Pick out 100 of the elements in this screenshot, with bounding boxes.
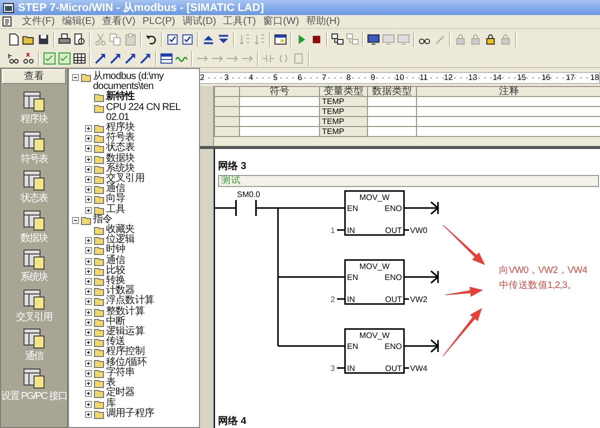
expand-toggle[interactable]	[85, 268, 92, 275]
sort-icon	[238, 32, 250, 46]
expand-toggle[interactable]	[85, 258, 92, 265]
annotation-text: 向VW0，VW2，VW4 中传送数值1,2,3。	[499, 265, 588, 291]
tree-item[interactable]: 调用子程序	[106, 408, 154, 419]
expand-toggle[interactable]	[85, 176, 92, 184]
menu-item[interactable]: 文件(F)	[20, 15, 57, 28]
menu-item[interactable]: PLC(P)	[140, 15, 178, 28]
monitor-icon	[396, 32, 410, 46]
operand-value: VW2	[410, 295, 428, 304]
contact-address: SM0.0	[237, 190, 260, 199]
tree-item[interactable]: 数据块	[106, 154, 135, 164]
tree-item[interactable]: 指令	[93, 214, 112, 226]
expand-toggle[interactable]	[85, 329, 92, 336]
expand-toggle[interactable]	[85, 125, 92, 132]
menu-item[interactable]: 窗口(W)	[260, 15, 302, 28]
tree-item[interactable]: 工具	[106, 204, 126, 215]
output-arrow	[430, 339, 440, 353]
document-icon[interactable]	[2, 16, 13, 27]
view-header-button[interactable]: 查看	[2, 69, 66, 84]
toolbar-button[interactable]	[180, 32, 194, 46]
tree-item[interactable]: 移位/循环	[106, 358, 147, 368]
toolbar-button[interactable]	[21, 50, 35, 66]
expand-toggle[interactable]	[85, 196, 92, 204]
menu-item[interactable]: 调试(D)	[180, 15, 218, 28]
expand-toggle[interactable]	[85, 400, 92, 408]
tree-item[interactable]: 状态表	[106, 143, 135, 154]
tree-item[interactable]: 库	[106, 398, 116, 409]
toolbar-button[interactable]	[330, 32, 344, 46]
expand-toggle[interactable]	[85, 206, 92, 214]
instruction-box[interactable]	[344, 259, 405, 305]
editor-gutter	[200, 86, 214, 146]
column-header[interactable]: 符号	[240, 86, 320, 96]
table-icon	[160, 52, 172, 64]
expand-toggle[interactable]	[85, 278, 92, 286]
tree-item[interactable]: 系统块	[106, 164, 135, 174]
toolbar-button[interactable]	[165, 32, 179, 46]
expand-toggle[interactable]	[85, 135, 92, 142]
save-icon	[36, 32, 50, 46]
copy-icon	[108, 32, 122, 46]
checkbox-icon	[166, 32, 178, 46]
pin-label: IN	[347, 364, 355, 373]
expand-toggle[interactable]	[85, 288, 92, 296]
expand-toggle[interactable]	[85, 237, 92, 244]
tree-item[interactable]: 整数计算	[106, 306, 144, 317]
tree-item[interactable]: 时钟	[106, 245, 126, 256]
toolbar-button[interactable]	[72, 50, 86, 66]
menu-item[interactable]: 编辑(E)	[60, 15, 98, 28]
column-header[interactable]: 注释	[416, 86, 600, 96]
instruction-box[interactable]	[344, 328, 405, 374]
expand-toggle[interactable]	[85, 380, 92, 388]
padlock-icon	[498, 32, 512, 46]
window-sheet-icon	[23, 169, 45, 191]
window-sheet-icon	[23, 90, 45, 112]
expand-toggle[interactable]	[72, 74, 79, 81]
checkbox-icon	[180, 32, 194, 46]
expand-toggle[interactable]	[85, 247, 92, 254]
expand-toggle[interactable]	[85, 390, 92, 398]
box-icon	[292, 52, 304, 64]
tree-item[interactable]: 定时器	[106, 388, 135, 398]
instruction-box[interactable]	[344, 190, 405, 236]
pin-label: ENO	[384, 204, 402, 213]
grid-icon	[72, 52, 86, 64]
menu-item[interactable]: 工具(T)	[221, 15, 258, 28]
tree-item[interactable]: 程序控制	[106, 347, 144, 358]
network-title: 网络 3	[217, 161, 248, 173]
column-header[interactable]: 变量类型	[320, 86, 368, 96]
tree-item[interactable]: 通信	[106, 256, 126, 266]
expand-toggle[interactable]	[85, 370, 92, 377]
expand-toggle[interactable]	[85, 186, 92, 194]
expand-toggle[interactable]	[85, 145, 92, 152]
expand-toggle[interactable]	[85, 166, 92, 173]
window-title: STEP 7-Micro/WIN - 从modbus - [SIMATIC LAD]	[18, 0, 264, 15]
toolbar-button[interactable]	[72, 32, 86, 46]
menu-item[interactable]: 查看(V)	[100, 15, 138, 28]
menu-item[interactable]: 帮助(H)	[304, 15, 342, 28]
expand-toggle[interactable]	[72, 216, 79, 224]
tree-item[interactable]: 浮点数计算	[106, 296, 154, 307]
expand-toggle[interactable]	[85, 349, 92, 356]
tree-item[interactable]: 新特性	[106, 92, 135, 103]
expand-toggle[interactable]	[85, 308, 92, 316]
annotation-arrow	[445, 286, 483, 297]
toolbar-button[interactable]	[159, 50, 173, 66]
branch-arrow-icon	[124, 52, 136, 64]
tree-item[interactable]: 向导	[106, 194, 126, 205]
column-header[interactable]: 数据类型	[368, 86, 416, 96]
expand-toggle[interactable]	[85, 156, 92, 163]
tree-item[interactable]: 通信	[106, 184, 126, 194]
expand-toggle[interactable]	[85, 410, 92, 418]
toolbar-button[interactable]	[273, 32, 287, 46]
toolbar-button[interactable]	[57, 32, 71, 46]
expand-toggle[interactable]	[85, 339, 92, 346]
step-icon	[6, 52, 20, 64]
tree-item[interactable]: 比较	[106, 266, 126, 276]
contact-symbol[interactable]	[235, 199, 257, 217]
tree-item[interactable]: 逻辑运算	[106, 327, 144, 338]
expand-toggle[interactable]	[85, 318, 92, 326]
toolbar-button[interactable]	[366, 32, 380, 46]
expand-toggle[interactable]	[85, 360, 92, 367]
expand-toggle[interactable]	[85, 298, 92, 306]
